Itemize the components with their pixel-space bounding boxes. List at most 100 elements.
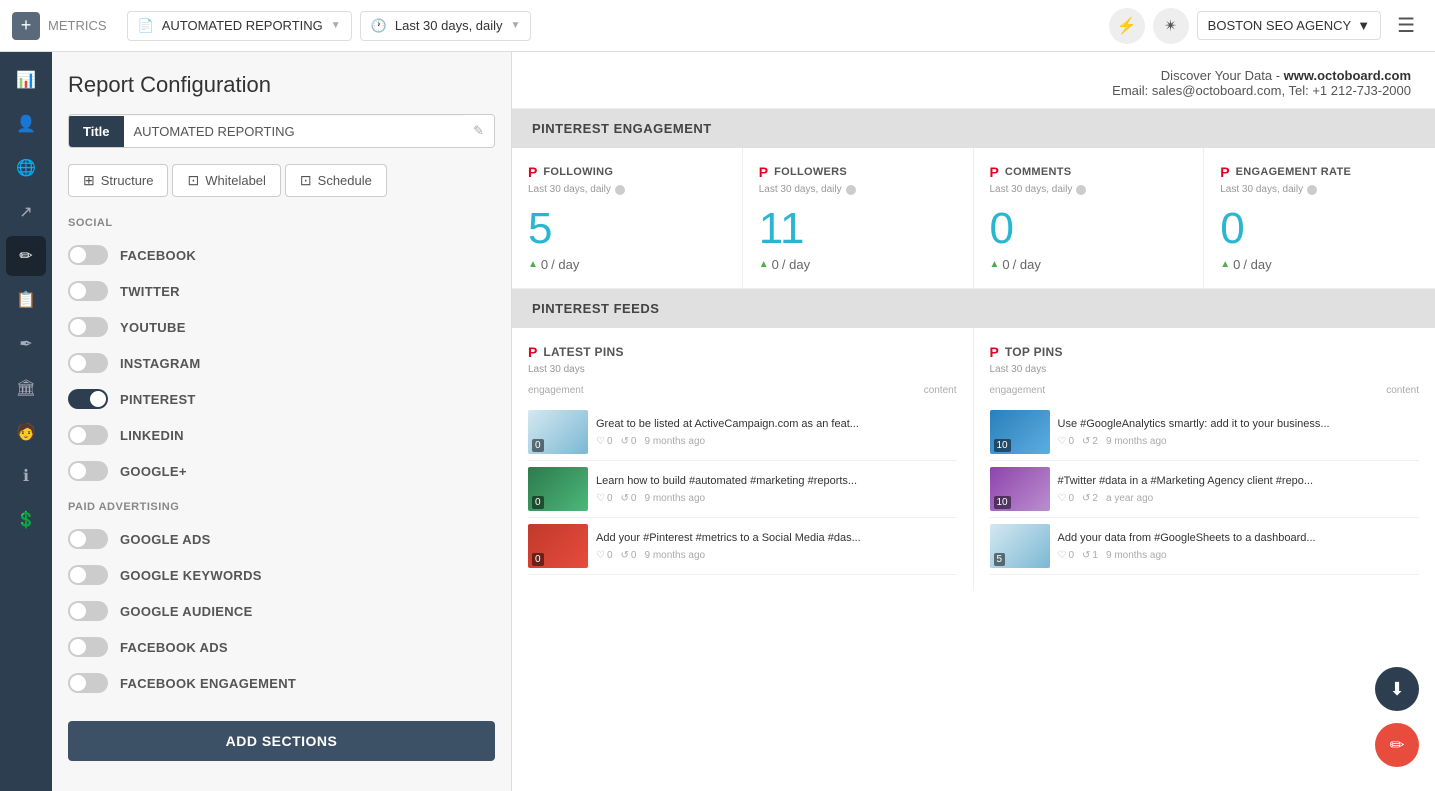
feed-item-0: 10 Use #GoogleAnalytics smartly: add it … (990, 404, 1420, 461)
feed-meta-2: ♡0 ↺0 9 months ago (596, 550, 957, 561)
pinterest-icon: P (759, 164, 768, 180)
facebook-toggle[interactable] (68, 245, 108, 265)
comments-metric-delta: ▲ 0 / day (990, 257, 1188, 272)
add-button[interactable]: + (12, 12, 40, 40)
tab-structure[interactable]: ⊞ Structure (68, 164, 168, 197)
top-nav: + METRICS 📄 AUTOMATED REPORTING ▼ 🕐 Last… (0, 0, 1435, 52)
feed-content-2: Add your #Pinterest #metrics to a Social… (596, 531, 957, 560)
youtube-toggle[interactable] (68, 317, 108, 337)
report-header-text: Discover Your Data - (1161, 68, 1284, 83)
agency-selector[interactable]: BOSTON SEO AGENCY ▼ (1197, 11, 1381, 40)
google-ads-toggle[interactable] (68, 529, 108, 549)
following-metric: P FOLLOWING Last 30 days, daily 5 ▲ 0 / … (512, 148, 743, 288)
googleplus-toggle[interactable] (68, 461, 108, 481)
add-sections-button[interactable]: ADD SECTIONS (68, 721, 495, 761)
report-area: Discover Your Data - www.octoboard.com E… (512, 52, 1435, 791)
followers-metric-sublabel: Last 30 days, daily (759, 184, 957, 195)
heart-icon: ♡ (596, 436, 605, 447)
download-fab[interactable]: ⬇ (1375, 667, 1419, 711)
delta-arrow: ▲ (759, 259, 769, 270)
twitter-toggle[interactable] (68, 281, 108, 301)
sidebar-item-building[interactable]: 🏛 (6, 368, 46, 408)
latest-pins-feed-sublabel: Last 30 days (528, 364, 957, 375)
sidebar-item-info[interactable]: ℹ (6, 456, 46, 496)
delta-value: 0 (1002, 257, 1009, 272)
toggle-row-google-audience-toggle: GOOGLE AUDIENCE (68, 593, 495, 629)
time-selector[interactable]: 🕐 Last 30 days, daily ▼ (360, 11, 532, 41)
delta-label: / day (1243, 257, 1271, 272)
sidebar-item-edit[interactable]: ✒ (6, 324, 46, 364)
toggle-row-google-keywords-toggle: GOOGLE KEYWORDS (68, 557, 495, 593)
pinterest-toggle[interactable] (68, 389, 108, 409)
sidebar-item-chart[interactable]: 📊 (6, 60, 46, 100)
col-content: content (1386, 385, 1419, 396)
repin-icon: ↺ (1082, 436, 1090, 447)
sidebar-item-person[interactable]: 🧑 (6, 412, 46, 452)
agency-label: BOSTON SEO AGENCY (1208, 18, 1352, 33)
linkedin-toggle-label: LINKEDIN (120, 428, 184, 443)
feed-badge-1: 10 (994, 496, 1011, 509)
toggle-row-google-ads-toggle: GOOGLE ADS (68, 521, 495, 557)
feed-badge-0: 0 (532, 439, 544, 452)
followers-metric-header: P FOLLOWERS (759, 164, 957, 180)
sidebar-item-bill[interactable]: 💲 (6, 500, 46, 540)
delta-label: / day (551, 257, 579, 272)
sidebar-item-flow[interactable]: ↗ (6, 192, 46, 232)
google-keywords-toggle[interactable] (68, 565, 108, 585)
feed-meta-1: ♡0 ↺2 a year ago (1058, 493, 1420, 504)
facebook-ads-toggle[interactable] (68, 637, 108, 657)
flash-icon: ⚡ (1117, 16, 1137, 36)
delta-value: 0 (1233, 257, 1240, 272)
feed-content-1: Learn how to build #automated #marketing… (596, 474, 957, 503)
comments-metric: P COMMENTS Last 30 days, daily 0 ▲ 0 / d… (974, 148, 1205, 288)
instagram-toggle[interactable] (68, 353, 108, 373)
feed-text-2: Add your data from #GoogleSheets to a da… (1058, 531, 1420, 545)
sidebar-item-users[interactable]: 👤 (6, 104, 46, 144)
paid-section-header: PAID ADVERTISING (68, 501, 495, 513)
document-icon: 📄 (138, 18, 154, 34)
paid-toggles: GOOGLE ADSGOOGLE KEYWORDS GOOGLE AUDIENCE… (68, 521, 495, 701)
feed-text-1: Learn how to build #automated #marketing… (596, 474, 957, 488)
col-engagement: engagement (990, 385, 1046, 396)
linkedin-toggle[interactable] (68, 425, 108, 445)
title-value[interactable]: AUTOMATED REPORTING (124, 116, 464, 147)
sidebar-item-globe[interactable]: 🌐 (6, 148, 46, 188)
info-dot (1076, 185, 1086, 195)
feed-time-1: 9 months ago (644, 493, 705, 504)
google-audience-toggle[interactable] (68, 601, 108, 621)
following-metric-label: FOLLOWING (543, 166, 613, 178)
sidebar-item-clipboard[interactable]: 📋 (6, 280, 46, 320)
bug-button[interactable]: ✴ (1153, 8, 1189, 44)
repin-icon: ↺ (1082, 550, 1090, 561)
facebook-engagement-toggle[interactable] (68, 673, 108, 693)
report-selector-label: AUTOMATED REPORTING (162, 18, 323, 33)
heart-icon: ♡ (1058, 493, 1067, 504)
engagement-rate-metric-header: P ENGAGEMENT RATE (1220, 164, 1419, 180)
sidebar-item-pen[interactable]: ✏ (6, 236, 46, 276)
hamburger-menu[interactable]: ☰ (1389, 9, 1423, 42)
report-email-label: Email: (1112, 83, 1148, 98)
following-metric-delta: ▲ 0 / day (528, 257, 726, 272)
delta-value: 0 (541, 257, 548, 272)
google-audience-toggle-label: GOOGLE AUDIENCE (120, 604, 253, 619)
tab-schedule[interactable]: ⊡ Schedule (285, 164, 387, 197)
report-tel: +1 212-7J3-2000 (1312, 83, 1411, 98)
tab-whitelabel[interactable]: ⊡ Whitelabel (172, 164, 280, 197)
feed-repins-0: ↺0 (621, 436, 637, 447)
structure-tab-icon: ⊞ (83, 172, 95, 189)
feed-likes-2: ♡0 (1058, 550, 1075, 561)
pinterest-icon: P (1220, 164, 1229, 180)
heart-icon: ♡ (1058, 436, 1067, 447)
feed-time-1: a year ago (1106, 493, 1153, 504)
whitelabel-tab-icon: ⊡ (187, 172, 199, 189)
twitter-toggle-label: TWITTER (120, 284, 180, 299)
facebook-ads-toggle-label: FACEBOOK ADS (120, 640, 228, 655)
following-metric-header: P FOLLOWING (528, 164, 726, 180)
comments-metric-sublabel: Last 30 days, daily (990, 184, 1188, 195)
heart-icon: ♡ (596, 550, 605, 561)
report-selector[interactable]: 📄 AUTOMATED REPORTING ▼ (127, 11, 352, 41)
flash-button[interactable]: ⚡ (1109, 8, 1145, 44)
feed-repins-2: ↺1 (1082, 550, 1098, 561)
title-edit-icon[interactable]: ✎ (463, 115, 494, 147)
edit-fab[interactable]: ✏ (1375, 723, 1419, 767)
